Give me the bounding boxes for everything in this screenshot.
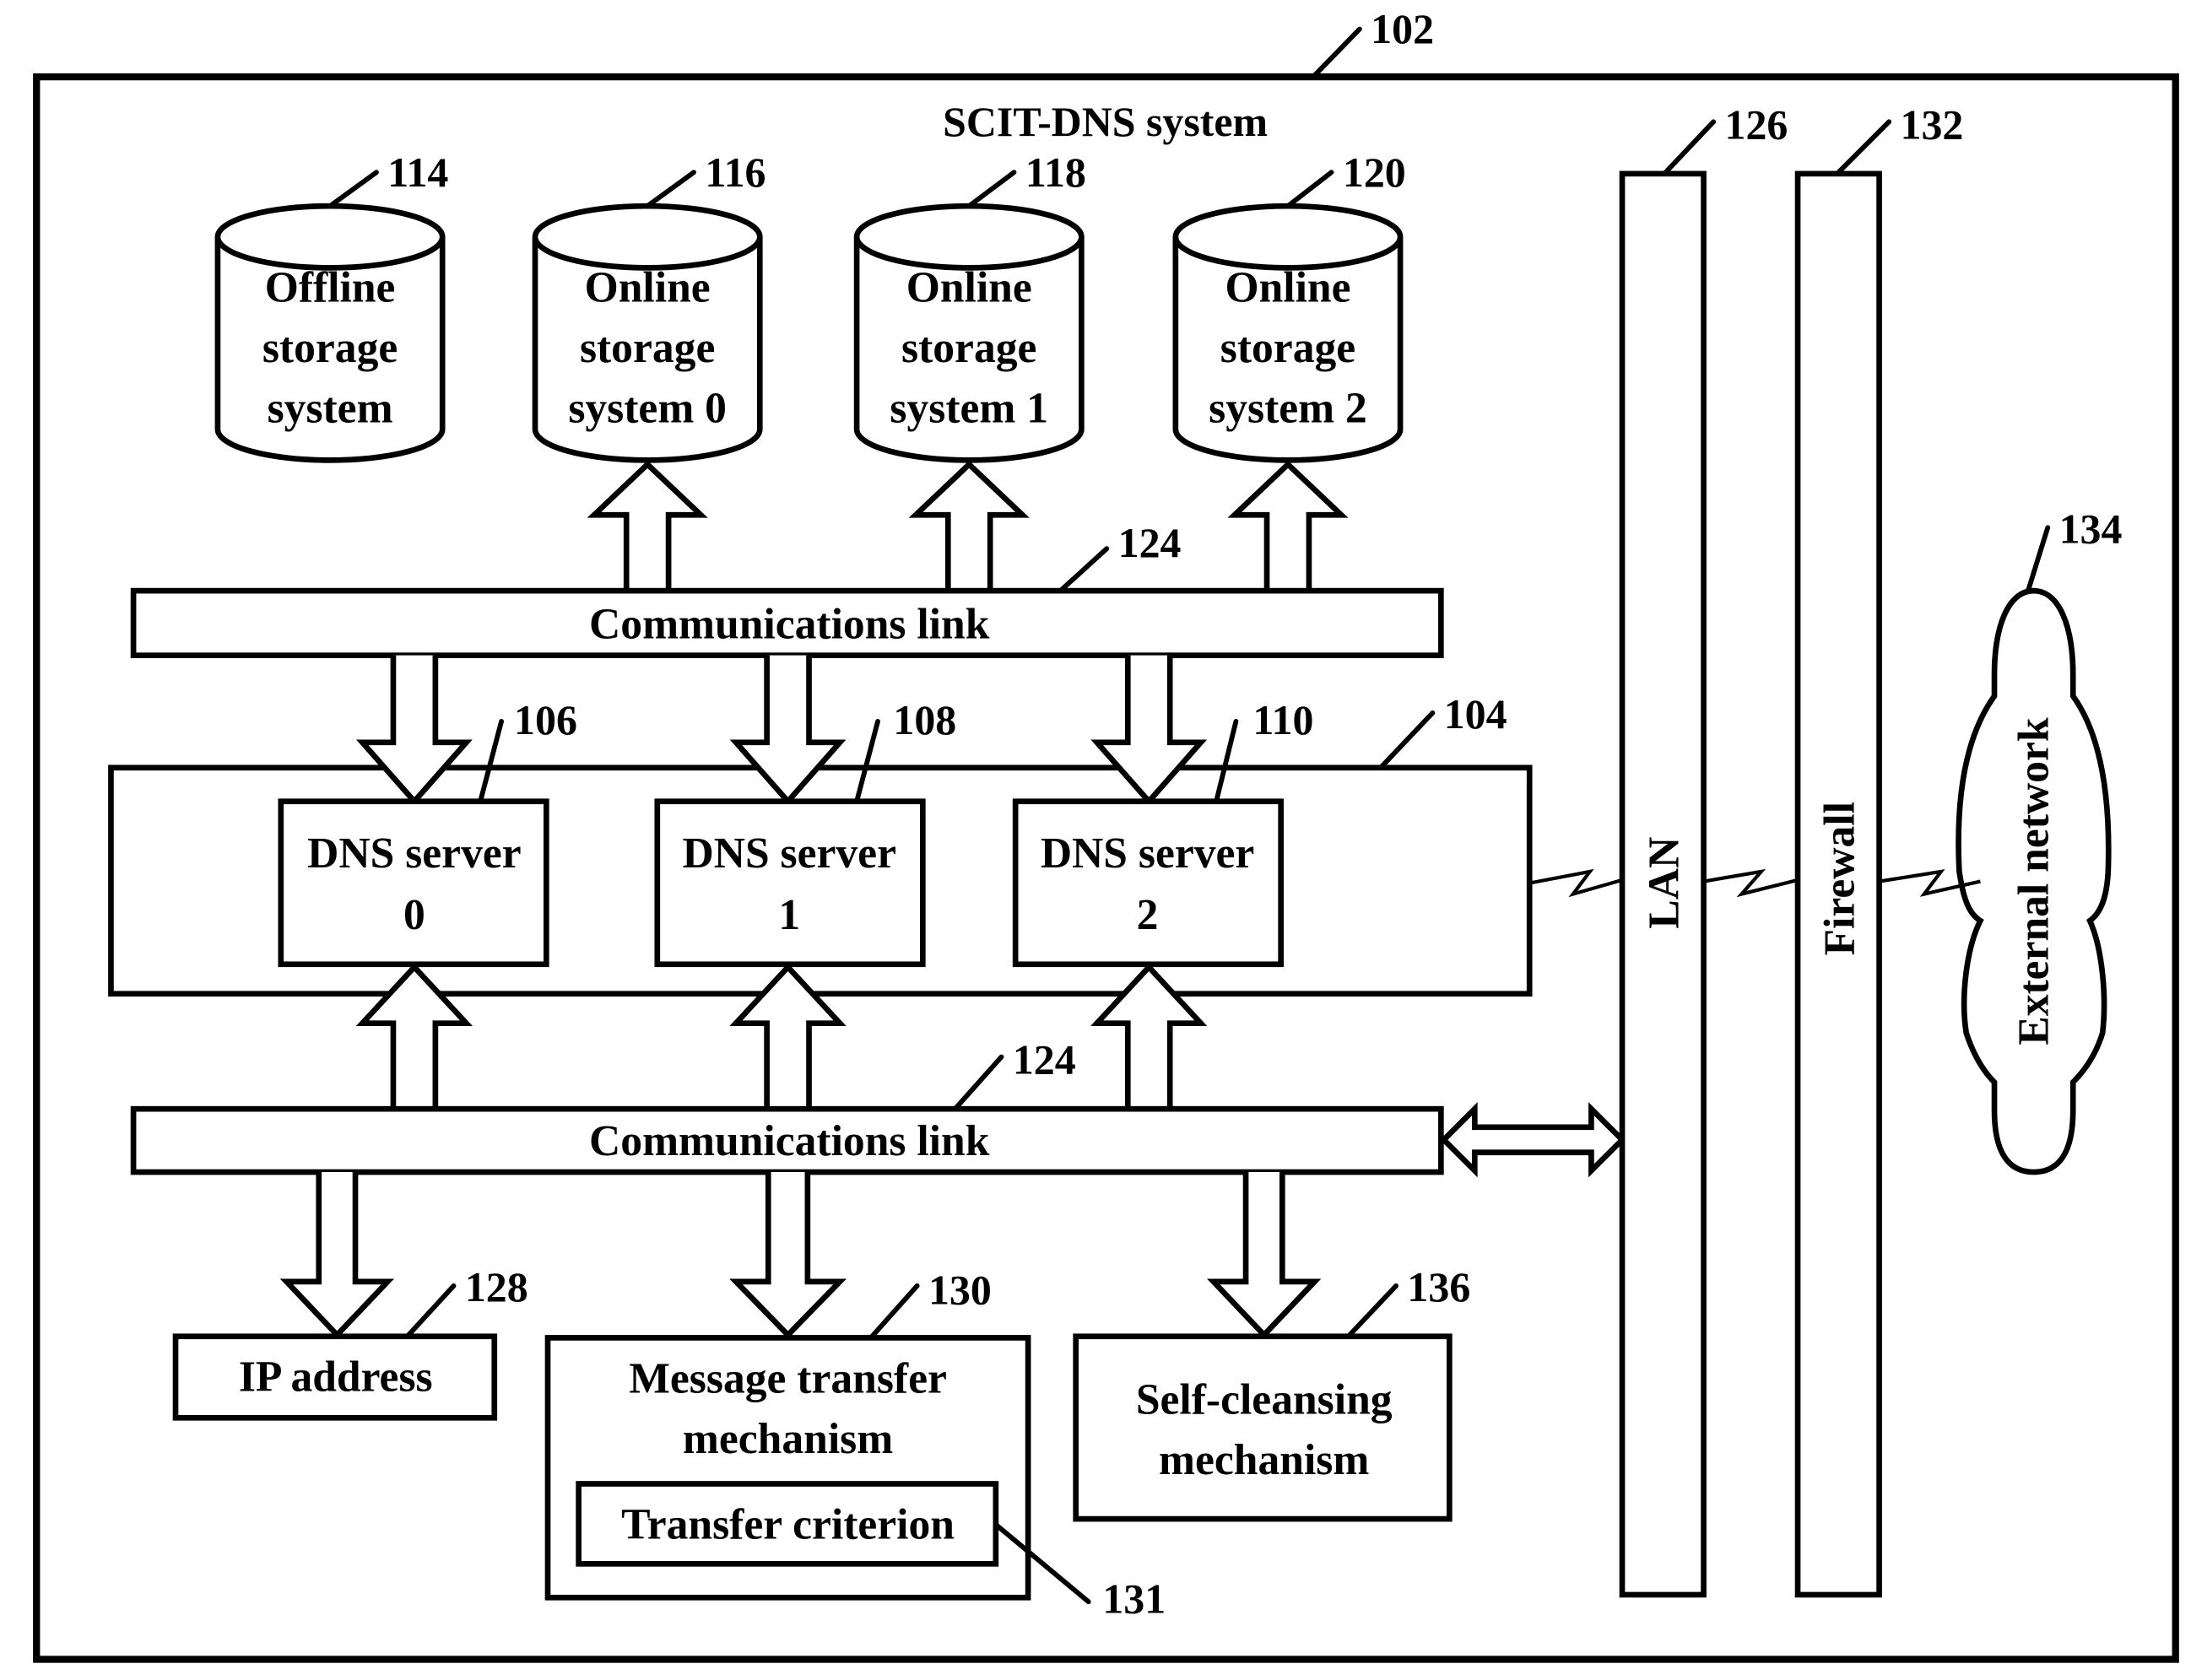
storage-label-line: storage (262, 324, 398, 372)
message-transfer-label-line: mechanism (683, 1415, 893, 1463)
ref-136: 136 (1407, 1264, 1470, 1310)
ref-102: 102 (1371, 6, 1434, 52)
dns-server-number: 1 (778, 891, 800, 939)
dns-server-label: DNS server (1041, 829, 1255, 878)
ref-104: 104 (1444, 691, 1507, 737)
ref-134: 134 (2059, 506, 2123, 553)
ref-132: 132 (1901, 101, 1964, 148)
storage-label-line: system 0 (568, 384, 727, 432)
dns-server-2: DNS server 2 (1012, 798, 1284, 968)
dns-server-number: 2 (1137, 891, 1159, 939)
dns-server-label: DNS server (682, 829, 896, 878)
dns-server-number: 0 (403, 891, 425, 939)
storage-label-line: Online (1225, 263, 1350, 311)
communications-link-top-label: Communications link (589, 601, 990, 649)
ref-106: 106 (514, 697, 577, 743)
firewall-label: Firewall (1816, 802, 1864, 955)
storage-label-line: storage (901, 324, 1036, 372)
storage-label-line: system 2 (1209, 384, 1367, 432)
storage-label-line: system 1 (890, 384, 1048, 432)
storage-label-line: Offline (265, 263, 396, 311)
ref-124-bottom: 124 (1013, 1037, 1076, 1083)
ref-124-top: 124 (1118, 520, 1182, 566)
lan-label: LAN (1641, 837, 1689, 929)
ref-leader-102 (1311, 26, 1362, 79)
ref-108: 108 (893, 697, 956, 743)
ref-116: 116 (705, 149, 765, 196)
ref-110: 110 (1252, 697, 1313, 743)
storage-online-2: Online storage system 2 (1172, 203, 1404, 463)
ref-120: 120 (1343, 149, 1406, 196)
transfer-criterion-label: Transfer criterion (621, 1500, 955, 1548)
ref-126: 126 (1725, 101, 1788, 148)
dns-server-label: DNS server (307, 829, 522, 878)
storage-label-line: storage (580, 324, 715, 372)
ref-130: 130 (928, 1267, 992, 1313)
communications-link-bottom-label: Communications link (589, 1117, 990, 1165)
message-transfer-label-line: Message transfer (629, 1354, 947, 1402)
dns-server-1: DNS server 1 (654, 798, 926, 968)
self-cleansing-label-line: mechanism (1159, 1436, 1369, 1484)
ref-114: 114 (387, 149, 448, 196)
storage-online-0: Online storage system 0 (532, 203, 763, 463)
dns-server-0: DNS server 0 (278, 798, 549, 968)
storage-label-line: storage (1220, 324, 1355, 372)
ref-118: 118 (1025, 149, 1086, 196)
storage-label-line: Online (585, 263, 711, 311)
ip-address-label: IP address (239, 1353, 433, 1402)
external-network-label: External network (2010, 717, 2058, 1045)
storage-online-1: Online storage system 1 (853, 203, 1085, 463)
storage-label-line: system (268, 384, 393, 432)
ref-128: 128 (465, 1264, 528, 1310)
self-cleansing-label-line: Self-cleansing (1136, 1375, 1393, 1423)
self-cleansing-box (1073, 1333, 1453, 1522)
system-title: SCIT-DNS system (943, 99, 1268, 145)
ref-131: 131 (1102, 1576, 1166, 1623)
storage-label-line: Online (906, 263, 1032, 311)
storage-offline: Offline storage system (214, 203, 446, 463)
scit-dns-diagram: SCIT-DNS system 102 Offline storage syst… (33, 6, 2179, 1663)
